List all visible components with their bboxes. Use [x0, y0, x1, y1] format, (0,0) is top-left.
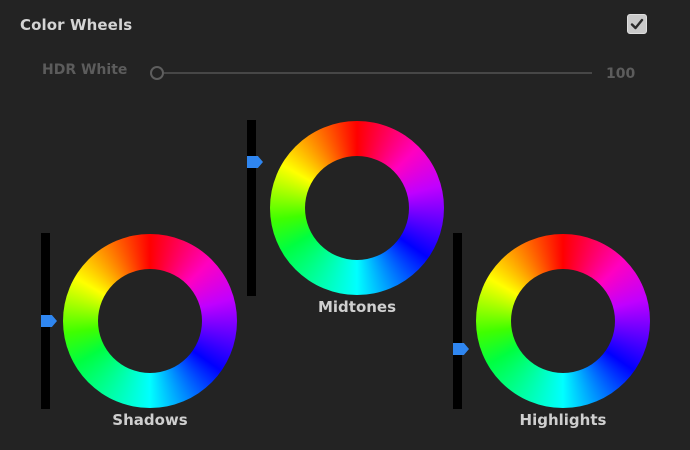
hdr-white-value[interactable]: 100 — [606, 66, 635, 82]
hdr-white-label: HDR White — [42, 62, 128, 78]
shadows-label: Shadows — [112, 411, 188, 429]
midtones-luminance-thumb[interactable] — [247, 156, 263, 168]
highlights-luminance-slider[interactable] — [453, 233, 469, 409]
midtones-label: Midtones — [317, 298, 397, 316]
highlights-luminance-thumb[interactable] — [453, 343, 469, 355]
highlights-label: Highlights — [519, 411, 607, 429]
midtones-luminance-slider[interactable] — [247, 120, 263, 296]
shadows-color-wheel[interactable] — [63, 234, 237, 408]
panel-title: Color Wheels — [20, 16, 133, 34]
shadows-luminance-thumb[interactable] — [41, 315, 57, 327]
hdr-white-slider-thumb[interactable] — [150, 66, 164, 80]
shadows-luminance-slider[interactable] — [41, 233, 57, 409]
checkmark-icon — [630, 18, 644, 30]
highlights-color-wheel[interactable] — [476, 234, 650, 408]
midtones-color-wheel[interactable] — [270, 121, 444, 295]
hdr-white-slider-track[interactable] — [164, 72, 592, 74]
enable-checkbox[interactable] — [627, 14, 647, 34]
